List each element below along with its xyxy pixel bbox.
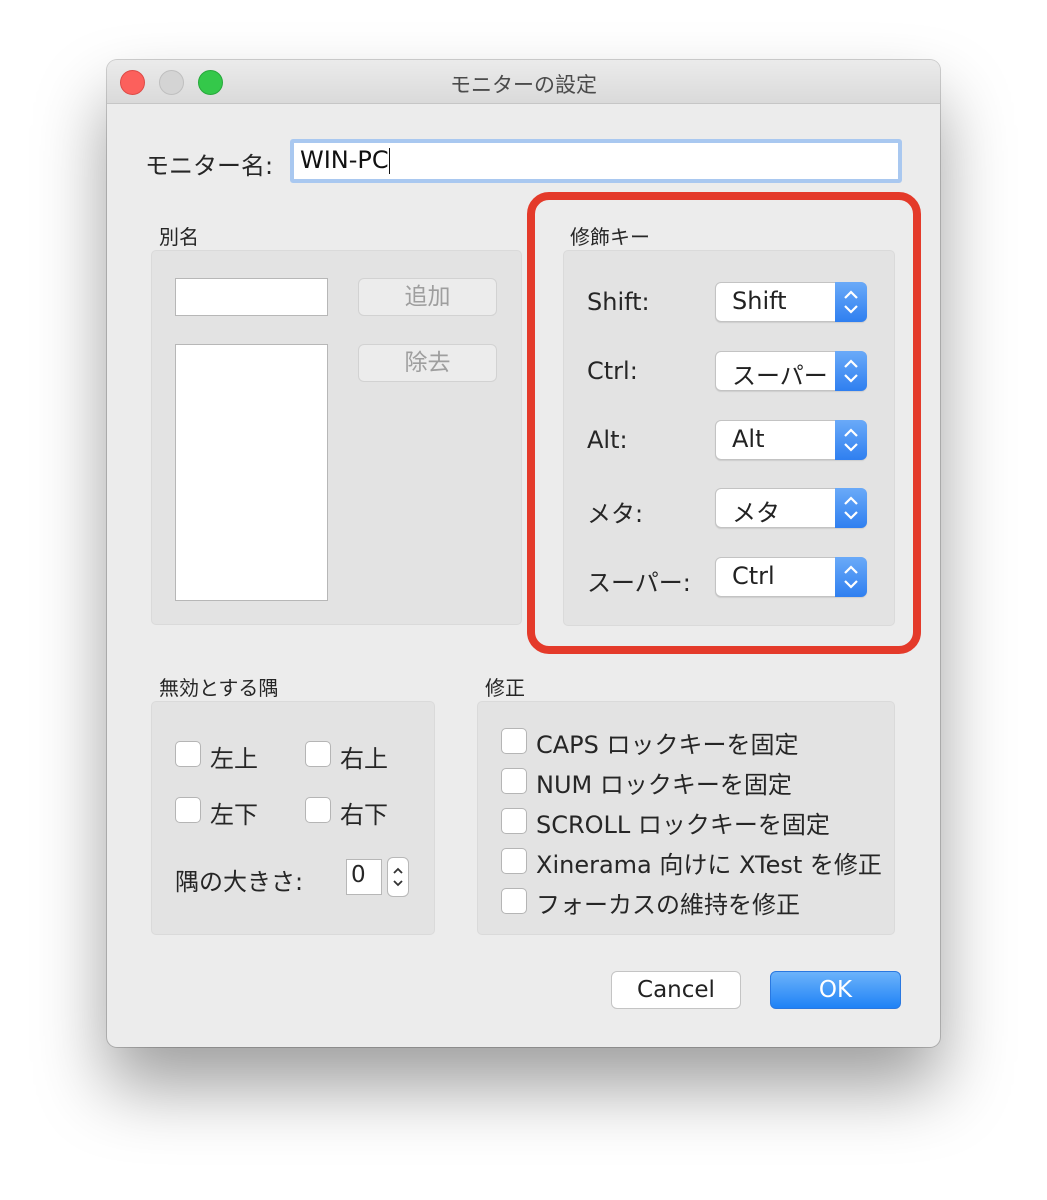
monitor-name-input[interactable]: WIN-PC <box>290 139 902 183</box>
fix-focus-label: フォーカスの維持を修正 <box>536 891 800 919</box>
monitor-name-label: モニター名: <box>145 152 274 180</box>
fix-scroll-lock-label: SCROLL ロックキーを固定 <box>536 811 830 839</box>
fix-caps-lock-label: CAPS ロックキーを固定 <box>536 731 799 759</box>
aliases-group: 追加 除去 <box>151 250 522 625</box>
bottom-left-checkbox[interactable] <box>175 797 201 823</box>
aliases-section-label: 別名 <box>159 225 199 249</box>
fix-focus-checkbox[interactable] <box>501 888 527 914</box>
fix-xtest-checkbox[interactable] <box>501 848 527 874</box>
annotation-highlight-box <box>527 192 921 654</box>
corner-size-value: 0 <box>351 862 366 888</box>
bottom-right-checkbox[interactable] <box>305 797 331 823</box>
dead-corners-group: 左上 右上 左下 右下 隅の大きさ: 0 <box>151 701 435 935</box>
alias-list[interactable] <box>175 344 328 601</box>
fix-num-lock-label: NUM ロックキーを固定 <box>536 771 792 799</box>
title-bar: モニターの設定 <box>107 60 940 104</box>
top-left-label: 左上 <box>210 745 258 773</box>
bottom-right-label: 右下 <box>340 801 388 829</box>
monitor-settings-dialog: モニターの設定 モニター名: WIN-PC 別名 追加 除去 修飾キー Shif… <box>107 60 940 1047</box>
corner-size-stepper[interactable] <box>387 857 409 897</box>
monitor-name-value: WIN-PC <box>300 146 389 174</box>
cancel-button[interactable]: Cancel <box>611 971 741 1009</box>
top-left-checkbox[interactable] <box>175 741 201 767</box>
alias-input[interactable] <box>175 278 328 316</box>
corner-size-label: 隅の大きさ: <box>175 868 304 896</box>
fixes-section-label: 修正 <box>485 676 525 700</box>
fix-caps-lock-checkbox[interactable] <box>501 728 527 754</box>
ok-button[interactable]: OK <box>770 971 901 1009</box>
window-title: モニターの設定 <box>450 73 597 97</box>
remove-alias-button[interactable]: 除去 <box>358 344 497 382</box>
fix-num-lock-checkbox[interactable] <box>501 768 527 794</box>
corner-size-input[interactable]: 0 <box>346 859 382 895</box>
top-right-label: 右上 <box>340 745 388 773</box>
fixes-group: CAPS ロックキーを固定 NUM ロックキーを固定 SCROLL ロックキーを… <box>477 701 895 935</box>
text-caret <box>388 148 390 174</box>
fix-xtest-label: Xinerama 向けに XTest を修正 <box>536 851 882 879</box>
add-alias-button[interactable]: 追加 <box>358 278 497 316</box>
dead-corners-section-label: 無効とする隅 <box>159 676 279 700</box>
fix-scroll-lock-checkbox[interactable] <box>501 808 527 834</box>
top-right-checkbox[interactable] <box>305 741 331 767</box>
bottom-left-label: 左下 <box>210 801 258 829</box>
